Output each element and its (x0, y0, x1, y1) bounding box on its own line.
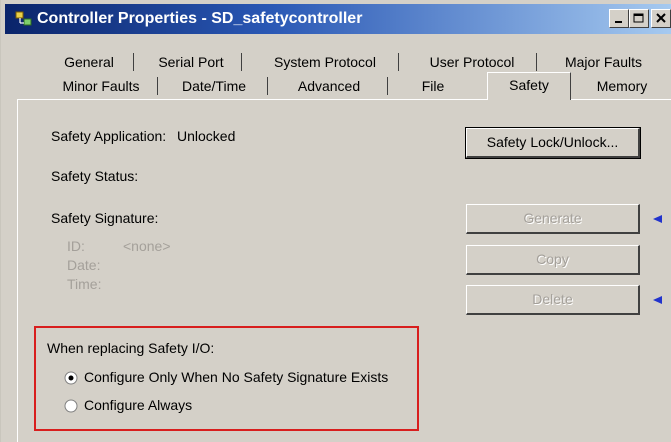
tab-label: Major Faults (564, 54, 643, 70)
tab-general[interactable]: General (45, 50, 134, 74)
radio-unselected-icon (64, 399, 78, 413)
tab-label: Safety (509, 77, 549, 93)
tab-safety[interactable]: Safety (487, 72, 571, 100)
tab-user-protocol[interactable]: User Protocol (408, 50, 537, 74)
tab-serial-port[interactable]: Serial Port (141, 50, 242, 74)
tab-major-faults[interactable]: Major Faults (546, 50, 661, 74)
window-title: Controller Properties - SD_safetycontrol… (37, 10, 363, 27)
tab-file[interactable]: File (393, 74, 473, 98)
safety-application-value: Unlocked (177, 128, 236, 144)
generate-arrow-icon (653, 215, 662, 223)
signature-id-label: ID: (67, 238, 85, 254)
tab-label: User Protocol (429, 54, 515, 70)
signature-date-label: Date: (67, 257, 101, 273)
maximize-icon (633, 13, 644, 23)
tab-label: Date/Time (181, 78, 247, 94)
radio-label: Configure Only When No Safety Signature … (84, 369, 389, 385)
tab-label: Advanced (297, 78, 361, 94)
close-button[interactable] (651, 9, 671, 28)
safety-lock-unlock-button[interactable]: Safety Lock/Unlock... (465, 127, 641, 159)
safety-signature-label: Safety Signature: (51, 210, 159, 226)
minimize-button[interactable] (609, 9, 629, 28)
tab-label: General (64, 54, 114, 70)
tab-label: Minor Faults (62, 78, 140, 94)
tab-label: System Protocol (274, 54, 376, 70)
close-icon (656, 13, 666, 23)
copy-button[interactable]: Copy (466, 245, 640, 275)
delete-button[interactable]: Delete (466, 285, 640, 315)
delete-arrow-icon (653, 296, 662, 304)
safety-status-label: Safety Status: (51, 168, 139, 184)
radio-label: Configure Always (84, 397, 193, 413)
replace-safety-io-heading: When replacing Safety I/O: (47, 340, 215, 356)
safety-application-label: Safety Application: (51, 128, 167, 144)
controller-app-icon (15, 11, 32, 26)
signature-time-label: Time: (67, 276, 102, 292)
maximize-button[interactable] (629, 9, 649, 28)
tab-label: File (421, 78, 445, 94)
tab-advanced[interactable]: Advanced (271, 74, 388, 98)
tab-label: Memory (596, 78, 648, 94)
generate-button[interactable]: Generate (466, 204, 640, 234)
tab-date-time[interactable]: Date/Time (161, 74, 268, 98)
title-bar[interactable]: Controller Properties - SD_safetycontrol… (5, 4, 671, 34)
tab-minor-faults[interactable]: Minor Faults (45, 74, 158, 98)
signature-id-value: <none> (123, 238, 171, 254)
tab-system-protocol[interactable]: System Protocol (252, 50, 399, 74)
minimize-icon (615, 21, 622, 23)
tab-memory[interactable]: Memory (577, 74, 667, 98)
controller-properties-window: Controller Properties - SD_safetycontrol… (0, 0, 671, 442)
tab-label: Serial Port (158, 54, 224, 70)
radio-selected-icon (64, 371, 78, 385)
